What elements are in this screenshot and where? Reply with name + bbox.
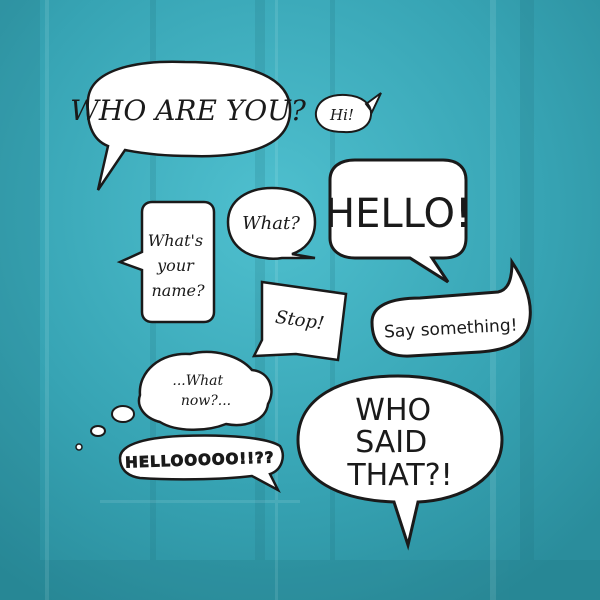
bubble-who-said-that: WHO SAID THAT?! <box>296 374 504 551</box>
who-said-that-line-1: WHO <box>355 393 431 428</box>
speech-bubbles-illustration: WHO ARE YOU? Hi! HELLO! What? What's you… <box>0 0 600 600</box>
who-said-that-line-2: SAID <box>355 425 427 460</box>
who-said-that-text: WHO SAID THAT?! <box>346 393 452 493</box>
who-said-that-line-3: THAT?! <box>346 458 452 493</box>
